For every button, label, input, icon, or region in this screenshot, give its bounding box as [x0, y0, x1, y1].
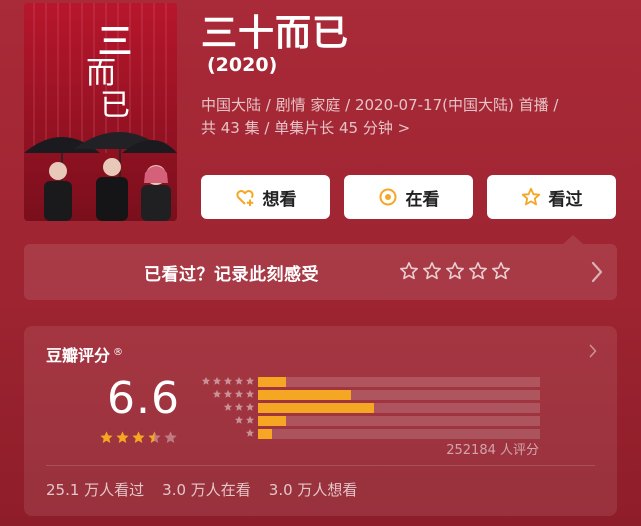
meta-line-episodes[interactable]: 共 43 集 / 单集片长 45 分钟 >	[201, 117, 621, 140]
distribution-row-4-star	[196, 389, 546, 401]
distribution-star-label	[201, 376, 255, 388]
mini-star-icon	[212, 376, 222, 385]
mini-star-icon	[223, 389, 233, 398]
distribution-star-label	[223, 402, 255, 414]
rate-star-icon[interactable]	[468, 261, 488, 281]
want-count[interactable]: 3.0 万人想看	[269, 479, 358, 500]
distribution-bar-2-star	[258, 416, 286, 426]
distribution-row-2-star	[196, 415, 546, 427]
mini-star-icon	[245, 376, 255, 385]
rating-title-text: 豆瓣评分	[46, 346, 111, 365]
want-to-watch-label: 想看	[262, 189, 297, 210]
watching-label: 在看	[405, 189, 440, 210]
distribution-track	[258, 429, 540, 439]
svg-text:已: 已	[100, 88, 130, 123]
mini-star-icon	[234, 376, 244, 385]
poster-image[interactable]: 三 而 已	[24, 3, 177, 221]
svg-text:而: 而	[86, 56, 116, 91]
distribution-row-3-star	[196, 402, 546, 414]
mini-star-icon	[212, 389, 222, 398]
distribution-bar-5-star	[258, 377, 286, 387]
watched-label: 看过	[548, 189, 583, 210]
distribution-bar-1-star	[258, 429, 272, 439]
distribution-bar-3-star	[258, 403, 374, 413]
watched-count[interactable]: 25.1 万人看过	[46, 479, 144, 500]
chevron-right-icon[interactable]	[589, 344, 597, 358]
mini-star-icon	[245, 428, 255, 437]
score-star-icon	[164, 431, 177, 444]
record-prompt: 已看过？记录此刻感受	[144, 265, 319, 285]
score-star-icon	[100, 431, 113, 444]
rating-title: 豆瓣评分 ®	[46, 342, 123, 366]
mini-star-icon	[245, 415, 255, 424]
distribution-row-5-star	[196, 376, 546, 388]
distribution-track	[258, 390, 540, 400]
distribution-star-label	[212, 389, 255, 401]
watching-count[interactable]: 3.0 万人在看	[162, 479, 251, 500]
vote-count[interactable]: 252184 人评分	[446, 439, 539, 458]
pointer-notch	[563, 235, 583, 244]
score-stars	[99, 430, 178, 445]
rate-stars[interactable]	[399, 261, 511, 281]
heart-plus-icon	[235, 190, 254, 206]
watched-button[interactable]: 看过	[487, 175, 616, 219]
audience-counts: 25.1 万人看过 3.0 万人在看 3.0 万人想看	[46, 479, 357, 500]
mini-star-icon	[223, 402, 233, 411]
chevron-right-icon[interactable]	[591, 261, 603, 283]
rate-star-icon[interactable]	[491, 261, 511, 281]
mini-star-icon	[245, 402, 255, 411]
distribution-star-label	[245, 428, 255, 440]
score-star-icon	[116, 431, 129, 444]
distribution-track	[258, 416, 540, 426]
distribution-bar-4-star	[258, 390, 351, 400]
release-year: (2020)	[207, 54, 278, 76]
star-outline-icon	[521, 187, 540, 206]
rate-star-icon[interactable]	[399, 261, 419, 281]
mini-star-icon	[223, 376, 233, 385]
mini-star-icon	[201, 376, 211, 385]
mini-star-icon	[234, 415, 244, 424]
distribution-track	[258, 403, 540, 413]
watching-button[interactable]: 在看	[344, 175, 473, 219]
douban-rating-panel[interactable]: 豆瓣评分 ® 6.6 252184 人评分 25.1 万人看过 3.0 万人在看 …	[24, 326, 617, 516]
meta-line-genre: 中国大陆 / 剧情 家庭 / 2020-07-17(中国大陆) 首播 /	[201, 96, 559, 114]
rating-score: 6.6	[107, 373, 180, 424]
registered-mark: ®	[113, 346, 124, 358]
distribution-track	[258, 377, 540, 387]
mini-star-icon	[234, 402, 244, 411]
record-feeling-bar[interactable]: 已看过？记录此刻感受	[24, 235, 617, 300]
mini-star-icon	[245, 389, 255, 398]
score-star-icon	[132, 431, 145, 444]
score-star-icon	[148, 431, 161, 444]
rate-star-icon[interactable]	[445, 261, 465, 281]
mini-star-icon	[234, 389, 244, 398]
distribution-star-label	[234, 415, 255, 427]
show-meta[interactable]: 中国大陆 / 剧情 家庭 / 2020-07-17(中国大陆) 首播 / 共 4…	[201, 94, 621, 140]
want-to-watch-button[interactable]: 想看	[201, 175, 330, 219]
page-title: 三十而已	[201, 13, 350, 54]
rate-star-icon[interactable]	[422, 261, 442, 281]
target-circle-icon	[379, 188, 396, 206]
divider	[46, 465, 595, 466]
poster-art: 三 而 已	[24, 3, 177, 221]
